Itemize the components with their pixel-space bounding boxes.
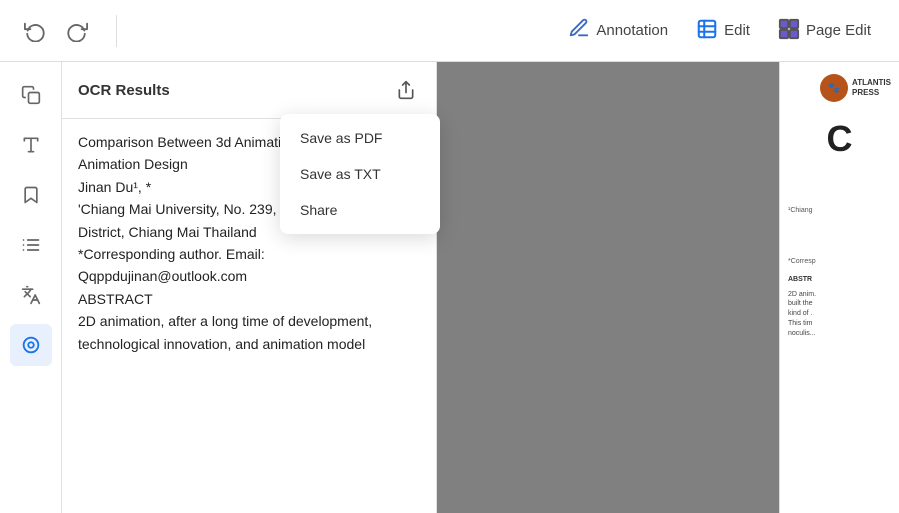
edit-tool[interactable]: Edit: [684, 12, 762, 50]
undo-button[interactable]: [16, 14, 54, 48]
pdf-footnote2: *Corresp: [788, 257, 891, 268]
pdf-footnote1: ¹Chiang: [788, 206, 891, 217]
atlantis-logo-text: ATLANTIS PRESS: [852, 78, 891, 97]
save-as-txt-item[interactable]: Save as TXT: [280, 156, 440, 192]
page-edit-icon: [778, 18, 800, 44]
page-edit-label: Page Edit: [806, 22, 871, 39]
edit-label: Edit: [724, 22, 750, 39]
sidebar-list-icon[interactable]: [10, 224, 52, 266]
left-sidebar: [0, 62, 62, 513]
toolbar-divider: [116, 15, 117, 47]
pdf-view-area: 🐾 ATLANTIS PRESS C ¹Chiang *Corresp ABST…: [437, 62, 899, 513]
toolbar: Annotation Edit: [0, 0, 899, 62]
pdf-logo: 🐾 ATLANTIS PRESS: [788, 74, 891, 102]
ocr-panel: OCR Results Save as PDF Save as TXT Shar…: [62, 62, 437, 513]
annotation-icon: [568, 17, 590, 45]
annotation-label: Annotation: [596, 22, 668, 39]
edit-icon: [696, 18, 718, 44]
export-dropdown: Save as PDF Save as TXT Share: [280, 114, 440, 234]
sidebar-ocr-icon[interactable]: [10, 324, 52, 366]
main-content: OCR Results Save as PDF Save as TXT Shar…: [0, 62, 899, 513]
annotation-tool[interactable]: Annotation: [556, 11, 680, 51]
atlantis-logo-icon: 🐾: [820, 74, 848, 102]
pdf-body-text: 2D anim. built the kind of . This tim no…: [788, 290, 891, 339]
sidebar-copy-icon[interactable]: [10, 74, 52, 116]
pdf-page-preview: 🐾 ATLANTIS PRESS C ¹Chiang *Corresp ABST…: [779, 62, 899, 513]
save-as-pdf-item[interactable]: Save as PDF: [280, 120, 440, 156]
sidebar-text-format-icon[interactable]: [10, 124, 52, 166]
sidebar-bookmark-icon[interactable]: [10, 174, 52, 216]
pdf-large-char: C: [788, 112, 891, 166]
share-item[interactable]: Share: [280, 192, 440, 228]
ocr-export-button[interactable]: [392, 76, 420, 104]
toolbar-tools: Annotation Edit: [556, 11, 883, 51]
page-edit-tool[interactable]: Page Edit: [766, 12, 883, 50]
toolbar-history: [16, 14, 96, 48]
ocr-header: OCR Results Save as PDF Save as TXT Shar…: [62, 62, 436, 119]
ocr-title: OCR Results: [78, 82, 170, 99]
pdf-abstract-label: ABSTR: [788, 275, 891, 286]
redo-button[interactable]: [58, 14, 96, 48]
sidebar-translate-icon[interactable]: [10, 274, 52, 316]
